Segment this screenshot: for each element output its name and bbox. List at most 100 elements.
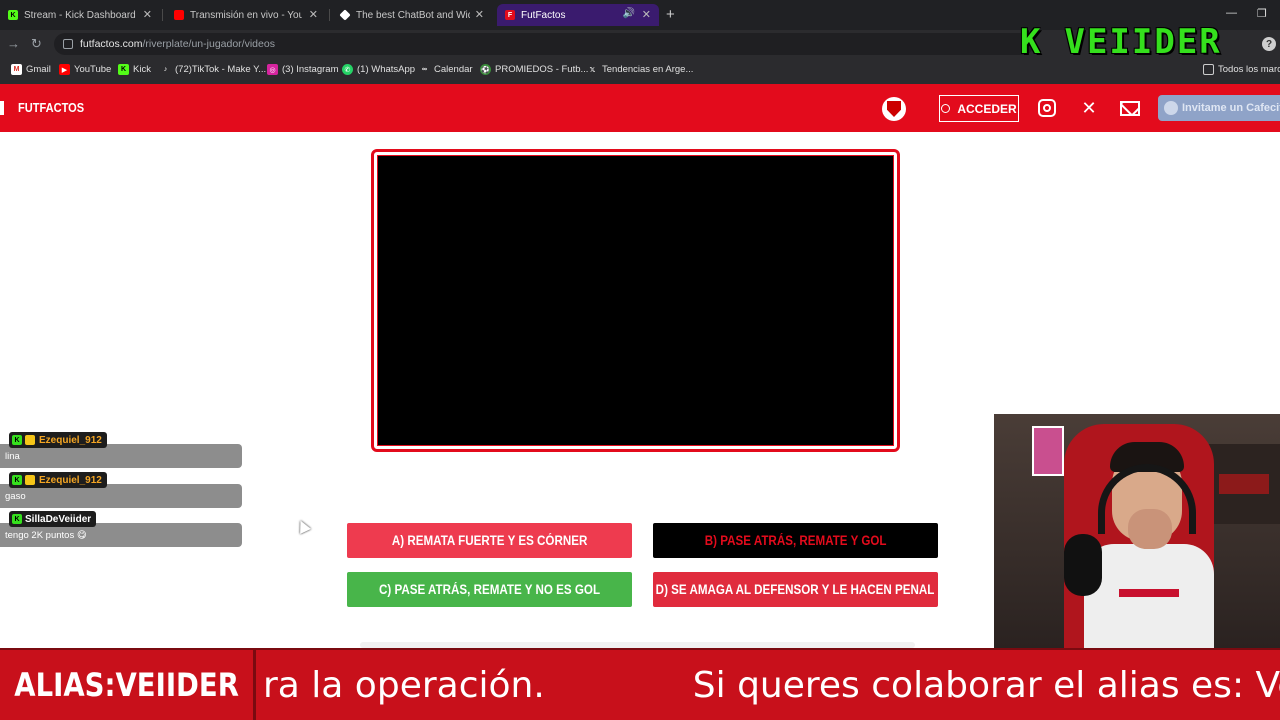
kick-icon: K bbox=[118, 64, 129, 75]
x-twitter-icon[interactable]: ✕ bbox=[1079, 98, 1099, 118]
kick-icon: K bbox=[8, 10, 18, 20]
user-icon bbox=[941, 104, 951, 113]
url-input[interactable]: futfactos.com/riverplate/un-jugador/vide… bbox=[54, 33, 1034, 55]
video-player[interactable] bbox=[371, 149, 900, 452]
ticker-scroll-text: ra la operación. Si queres colaborar el a… bbox=[263, 650, 1280, 720]
chat-user: Ezequiel_912 bbox=[39, 474, 102, 486]
webcam-feed bbox=[994, 414, 1280, 650]
bookmark-x-trends[interactable]: 𝕏 Tendencias en Arge... bbox=[587, 64, 694, 75]
site-info-icon[interactable] bbox=[63, 39, 73, 49]
help-icon[interactable]: ? bbox=[1262, 37, 1276, 51]
site-header: FUTFACTOS ACCEDER ✕ Invitame un Cafecit bbox=[0, 84, 1280, 132]
tab-label: The best ChatBot and Widgets bbox=[356, 9, 470, 21]
bookmark-label: Calendar bbox=[434, 64, 473, 75]
answer-option-c[interactable]: C) PASE ATRÁS, REMATE Y NO ES GOL bbox=[347, 572, 632, 607]
bookmark-kick[interactable]: K Kick bbox=[118, 64, 151, 75]
tab-kick-dashboard[interactable]: K Stream - Kick Dashboard ✕ bbox=[0, 4, 160, 26]
bookmark-label: Kick bbox=[133, 64, 151, 75]
answer-label: A) REMATA FUERTE Y ES CÓRNER bbox=[391, 533, 588, 548]
chat-username: K Ezequiel_912 bbox=[9, 472, 107, 488]
coffee-label: Invitame un Cafecit bbox=[1182, 102, 1280, 114]
answer-option-b[interactable]: B) PASE ATRÁS, REMATE Y GOL bbox=[653, 523, 938, 558]
calendar-icon: ∞ bbox=[422, 66, 427, 73]
x-icon: 𝕏 bbox=[589, 66, 596, 74]
new-tab-button[interactable]: + bbox=[666, 6, 675, 23]
bookmark-label: YouTube bbox=[74, 64, 112, 75]
ticker-text-1: ra la operación. bbox=[263, 664, 545, 706]
crown-badge-icon bbox=[25, 475, 35, 485]
tab-futfactos[interactable]: F FutFactos 🔊 ✕ bbox=[497, 4, 659, 26]
coffee-donate-button[interactable]: Invitame un Cafecit bbox=[1158, 95, 1280, 121]
streamer-logo: K VEIIDER bbox=[1020, 18, 1222, 66]
login-label: ACCEDER bbox=[957, 101, 1017, 116]
gmail-icon: M bbox=[11, 64, 22, 75]
instagram-icon[interactable] bbox=[1037, 98, 1057, 118]
logo-name: VEIIDER bbox=[1064, 22, 1222, 62]
bookmark-tiktok[interactable]: ♪ (72)TikTok - Make Y... bbox=[160, 64, 266, 75]
bookmark-label: (3) Instagram bbox=[282, 64, 339, 75]
bookmark-calendar[interactable]: ∞ Calendar bbox=[419, 64, 473, 75]
tab-youtube-live[interactable]: Transmisión en vivo - YouTube ✕ bbox=[166, 4, 326, 26]
bookmark-instagram[interactable]: ◎ (3) Instagram bbox=[267, 64, 339, 75]
tab-chatbot[interactable]: The best ChatBot and Widgets ✕ bbox=[332, 4, 492, 26]
bookmark-label: PROMIEDOS - Futb... bbox=[495, 64, 589, 75]
answer-option-a[interactable]: A) REMATA FUERTE Y ES CÓRNER bbox=[347, 523, 632, 558]
bookmark-youtube[interactable]: ▶ YouTube bbox=[59, 64, 111, 75]
tab-label: Stream - Kick Dashboard bbox=[24, 9, 136, 21]
bookmark-whatsapp[interactable]: ✆ (1) WhatsApp bbox=[342, 64, 415, 75]
chat-user: SillaDeVeiider bbox=[25, 513, 92, 525]
coffee-icon bbox=[1164, 101, 1178, 115]
chat-username: K SillaDeVeiider bbox=[9, 511, 97, 527]
forward-icon[interactable]: → bbox=[7, 36, 20, 51]
chat-text: gaso bbox=[5, 491, 26, 502]
answer-label: C) PASE ATRÁS, REMATE Y NO ES GOL bbox=[378, 582, 601, 597]
site-title[interactable]: FUTFACTOS bbox=[18, 100, 84, 115]
tiktok-icon: ♪ bbox=[163, 66, 168, 73]
url-path: /riverplate/un-jugador/videos bbox=[142, 38, 275, 50]
ticker-alias-label: ALIAS:VEIIDER bbox=[0, 650, 256, 720]
futfactos-icon: F bbox=[505, 10, 515, 20]
answer-label: B) PASE ATRÁS, REMATE Y GOL bbox=[704, 533, 887, 548]
close-icon[interactable]: ✕ bbox=[475, 8, 484, 21]
bookmark-label: (72)TikTok - Make Y... bbox=[175, 64, 267, 75]
reload-icon[interactable]: ↻ bbox=[31, 36, 42, 52]
chat-user: Ezequiel_912 bbox=[39, 434, 102, 446]
speaker-icon[interactable]: 🔊 bbox=[623, 8, 635, 19]
logo-k: K bbox=[1020, 22, 1043, 62]
youtube-icon bbox=[174, 10, 184, 20]
url-domain: futfactos.com bbox=[80, 38, 143, 50]
club-shield-icon[interactable] bbox=[882, 97, 906, 121]
bookmark-label: Tendencias en Arge... bbox=[602, 64, 694, 75]
mouse-cursor-icon bbox=[295, 518, 311, 534]
ticker-text-2: Si queres colaborar el alias es: Vei bbox=[692, 664, 1280, 706]
answer-label: D) SE AMAGA AL DEFENSOR Y LE HACEN PENAL bbox=[656, 582, 935, 597]
answer-option-d[interactable]: D) SE AMAGA AL DEFENSOR Y LE HACEN PENAL bbox=[653, 572, 938, 607]
close-icon[interactable]: ✕ bbox=[309, 8, 318, 21]
bookmark-gmail[interactable]: M Gmail bbox=[11, 64, 51, 75]
kick-badge-icon: K bbox=[12, 514, 22, 524]
login-button[interactable]: ACCEDER bbox=[939, 95, 1019, 122]
wall-poster bbox=[1032, 426, 1064, 476]
close-icon[interactable]: ✕ bbox=[143, 8, 152, 21]
alias-text: ALIAS:VEIIDER bbox=[14, 666, 239, 704]
tab-label: FutFactos bbox=[521, 9, 566, 21]
whatsapp-icon: ✆ bbox=[342, 64, 353, 75]
diamond-icon bbox=[339, 9, 351, 21]
bookmark-label: (1) WhatsApp bbox=[357, 64, 416, 75]
chat-text: tengo 2K puntos 😋 bbox=[5, 530, 87, 541]
restore-icon[interactable]: ❐ bbox=[1257, 7, 1267, 20]
microphone bbox=[1064, 534, 1102, 596]
promiedos-icon: ⚽ bbox=[480, 64, 491, 75]
chat-text: lina bbox=[5, 451, 20, 462]
tab-label: Transmisión en vivo - YouTube bbox=[190, 9, 302, 21]
crown-badge-icon bbox=[25, 435, 35, 445]
bookmark-promiedos[interactable]: ⚽ PROMIEDOS - Futb... bbox=[480, 64, 588, 75]
site-logo-icon bbox=[0, 101, 4, 115]
chat-username: K Ezequiel_912 bbox=[9, 432, 107, 448]
mail-icon[interactable] bbox=[1120, 98, 1140, 118]
close-icon[interactable]: ✕ bbox=[642, 8, 651, 21]
streamer-body bbox=[1084, 544, 1214, 650]
video-screen[interactable] bbox=[377, 155, 894, 446]
donation-ticker: ALIAS:VEIIDER ra la operación. Si queres … bbox=[0, 648, 1280, 720]
minimize-icon[interactable]: — bbox=[1226, 7, 1237, 19]
